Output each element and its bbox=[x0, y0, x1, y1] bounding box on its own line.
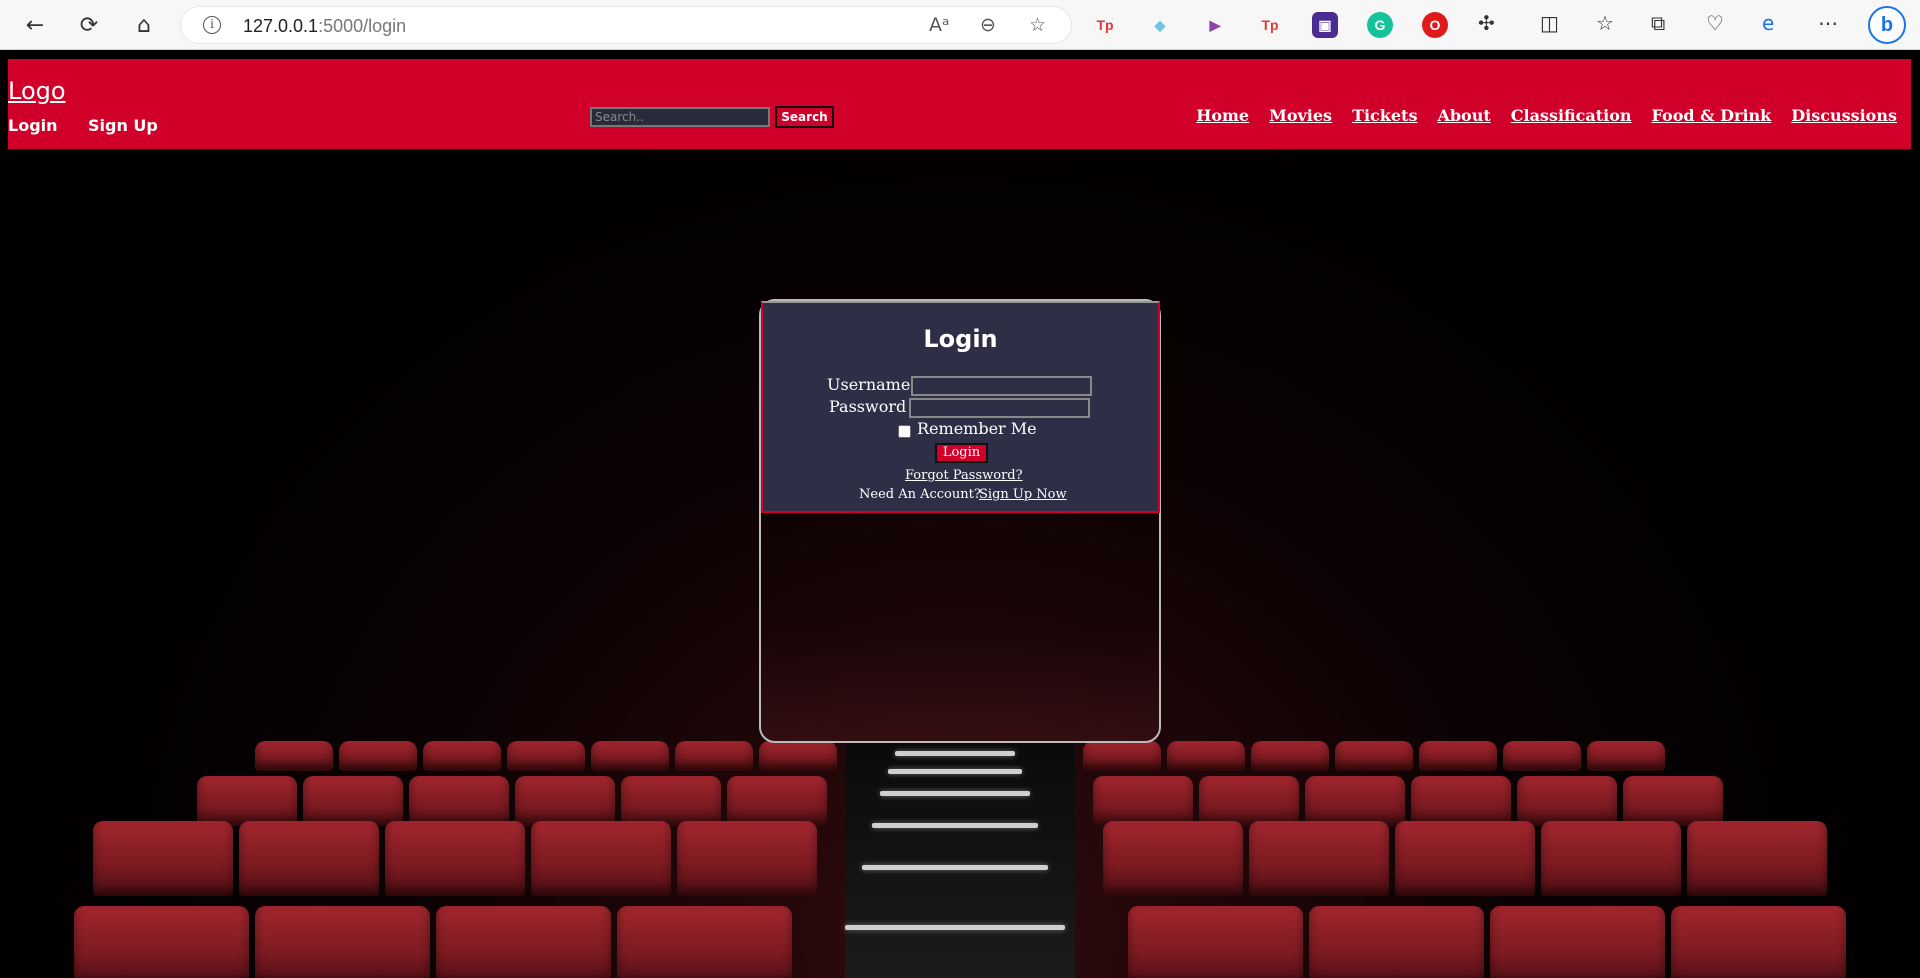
site-info-icon[interactable]: i bbox=[203, 16, 221, 34]
forgot-password-link[interactable]: Forgot Password? bbox=[905, 468, 1023, 483]
need-account-text: Need An Account? bbox=[859, 487, 981, 502]
nav-classification[interactable]: Classification bbox=[1511, 106, 1632, 125]
logo-link[interactable]: Logo bbox=[8, 77, 66, 105]
collections-icon[interactable]: ⧉ bbox=[1651, 11, 1665, 35]
purple-ext-icon[interactable]: ▣ bbox=[1312, 12, 1338, 38]
seat-row bbox=[0, 821, 1920, 896]
nav-home[interactable]: Home bbox=[1196, 106, 1249, 125]
seat-row bbox=[0, 906, 1920, 978]
login-submit-button[interactable]: Login bbox=[935, 443, 988, 463]
browser-essentials-icon[interactable]: ♡ bbox=[1706, 11, 1724, 35]
tp2-icon[interactable]: Tp bbox=[1257, 12, 1283, 38]
grammarly-icon[interactable]: G bbox=[1367, 12, 1393, 38]
signup-now-link[interactable]: Sign Up Now bbox=[979, 487, 1067, 502]
nav-tickets[interactable]: Tickets bbox=[1352, 106, 1417, 125]
home-icon[interactable]: ⌂ bbox=[127, 9, 161, 41]
browser-toolbar: ← ⟳ ⌂ i 127.0.0.1:5000/login Aᵃ ⊖ ☆ Tp ◆… bbox=[0, 0, 1920, 50]
login-panel: Login Username Password Remember Me Logi… bbox=[761, 301, 1160, 513]
nav-food-drink[interactable]: Food & Drink bbox=[1652, 106, 1772, 125]
password-field[interactable] bbox=[909, 398, 1090, 418]
favorite-star-icon[interactable]: ☆ bbox=[1029, 14, 1046, 36]
more-menu-icon[interactable]: ⋯ bbox=[1818, 11, 1838, 35]
login-link[interactable]: Login bbox=[8, 116, 58, 135]
zoom-icon[interactable]: ⊖ bbox=[980, 14, 996, 36]
nav-about[interactable]: About bbox=[1437, 106, 1490, 125]
address-bar[interactable]: i 127.0.0.1:5000/login Aᵃ ⊖ ☆ bbox=[180, 6, 1072, 44]
opera-icon[interactable]: O bbox=[1422, 12, 1448, 38]
login-title: Login bbox=[923, 325, 998, 353]
search-button[interactable]: Search bbox=[775, 106, 834, 128]
seat-row bbox=[0, 741, 1920, 771]
remember-me-checkbox[interactable] bbox=[898, 425, 911, 438]
remember-me-label: Remember Me bbox=[917, 419, 1037, 438]
page-viewport: Logo Login Sign Up Search.. Search Home … bbox=[0, 51, 1920, 978]
shield-ext-icon[interactable]: ◆ bbox=[1147, 12, 1173, 38]
play-ext-icon[interactable]: ▶ bbox=[1202, 12, 1228, 38]
favorites-icon[interactable]: ☆ bbox=[1596, 11, 1614, 35]
username-field[interactable] bbox=[911, 376, 1092, 396]
seat-row bbox=[0, 776, 1920, 826]
main-nav: Home Movies Tickets About Classification… bbox=[1196, 106, 1897, 125]
password-label: Password bbox=[829, 397, 907, 416]
username-label: Username bbox=[827, 375, 911, 394]
back-icon[interactable]: ← bbox=[18, 9, 52, 41]
nav-movies[interactable]: Movies bbox=[1269, 106, 1332, 125]
tp-icon[interactable]: Tp bbox=[1092, 12, 1118, 38]
reload-icon[interactable]: ⟳ bbox=[72, 9, 106, 41]
read-aloud-icon[interactable]: Aᵃ bbox=[929, 14, 949, 36]
site-header: Logo Login Sign Up Search.. Search Home … bbox=[8, 59, 1911, 149]
split-screen-icon[interactable]: ◫ bbox=[1540, 11, 1559, 35]
signup-link[interactable]: Sign Up bbox=[88, 116, 158, 135]
bing-copilot-icon[interactable]: b bbox=[1868, 6, 1906, 44]
extensions-puzzle-icon[interactable]: ✣ bbox=[1478, 11, 1495, 35]
search-input[interactable]: Search.. bbox=[590, 107, 770, 127]
nav-discussions[interactable]: Discussions bbox=[1791, 106, 1897, 125]
url-text: 127.0.0.1:5000/login bbox=[243, 16, 407, 36]
ie-mode-icon[interactable]: e bbox=[1762, 11, 1774, 35]
